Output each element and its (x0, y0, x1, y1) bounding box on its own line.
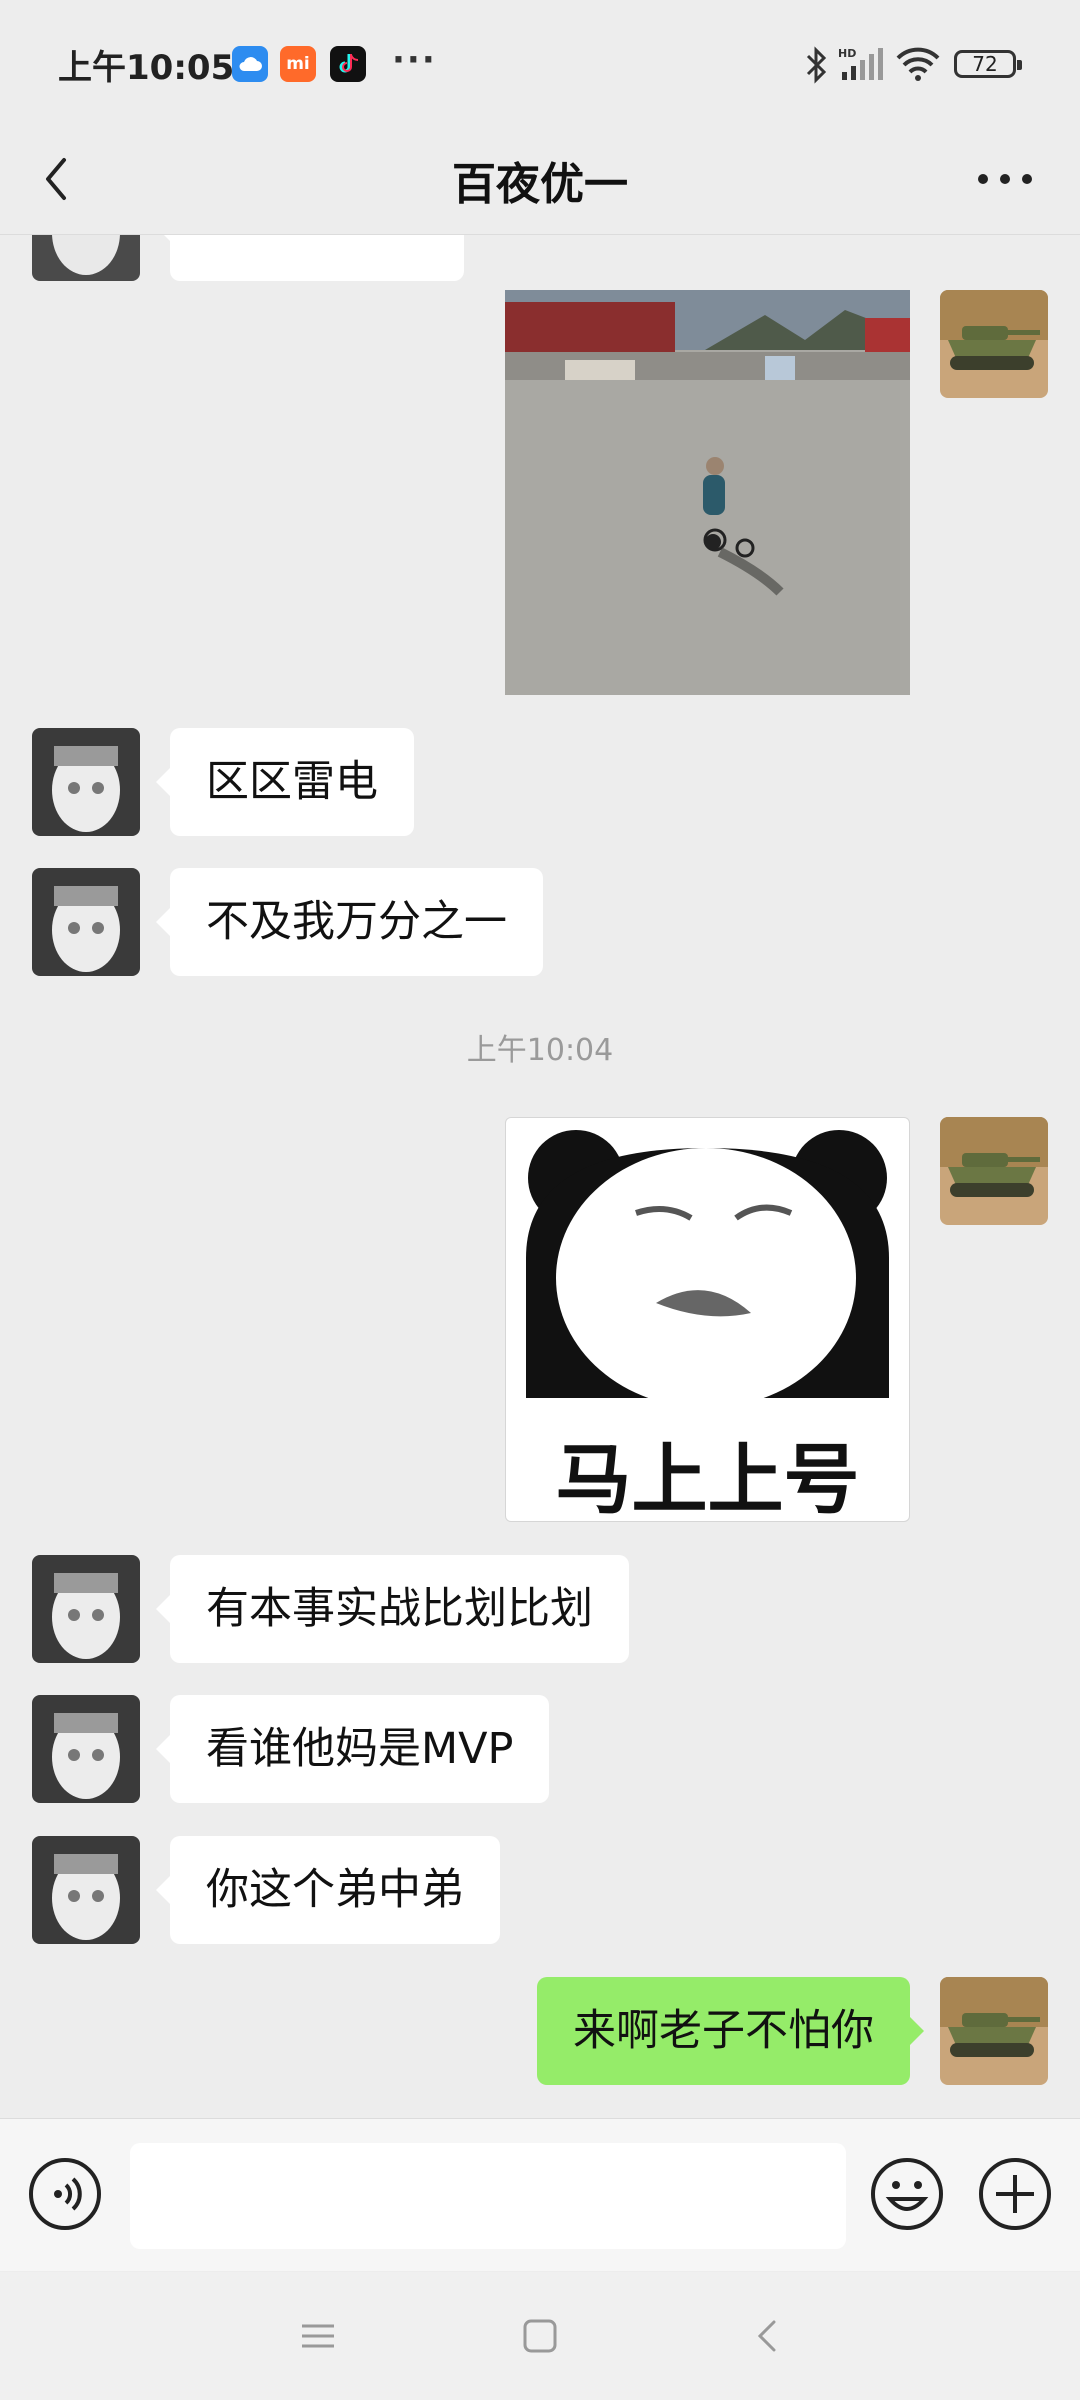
panda-sticker-icon (526, 1130, 889, 1408)
my-avatar[interactable] (940, 1977, 1048, 2085)
message-bubble[interactable]: 看谁他妈是MVP (155, 1695, 550, 1803)
tank-icon (940, 1117, 1048, 1225)
chat-title: 百夜优一 (452, 159, 628, 210)
message-input[interactable] (130, 2143, 846, 2249)
sticker-caption: 马上上号 (555, 1435, 860, 1522)
home-icon (523, 2319, 557, 2353)
mi-icon: mi (280, 46, 316, 82)
message-bubble[interactable]: 来啊老子不怕你 (537, 1977, 924, 2085)
status-more-icon: ··· (392, 40, 437, 80)
status-bar: 上午10:05 mi ··· HD 72 (0, 0, 1080, 130)
more-functions-button[interactable] (978, 2157, 1052, 2231)
contact-avatar[interactable] (32, 868, 140, 976)
wifi-icon (896, 46, 940, 86)
more-options-button[interactable] (970, 144, 1040, 214)
status-time: 上午10:05 (58, 48, 235, 88)
contact-avatar[interactable] (32, 728, 140, 836)
recent-apps-button[interactable] (294, 2312, 342, 2360)
tank-icon (940, 1977, 1048, 2085)
voice-button[interactable] (28, 2157, 102, 2231)
menu-icon (302, 2324, 334, 2348)
home-button[interactable] (516, 2312, 564, 2360)
nav-back-button[interactable] (744, 2312, 792, 2360)
message-bubble[interactable]: 你这个弟中弟 (156, 1836, 500, 1944)
message-bubble[interactable] (156, 235, 464, 281)
chat-messages[interactable]: 区区雷电 不及我万分之一 上午10:04 马上上号 有本事实战比划比划 看谁他妈… (0, 235, 1080, 2115)
cellular-signal-icon: HD (838, 46, 884, 86)
sent-photo[interactable] (505, 290, 910, 695)
input-bar (0, 2118, 1080, 2271)
more-icon (978, 174, 1032, 184)
system-nav-bar (0, 2272, 1080, 2400)
svg-text:HD: HD (838, 47, 856, 60)
contact-avatar[interactable] (32, 1695, 140, 1803)
my-avatar[interactable] (940, 1117, 1048, 1225)
my-avatar[interactable] (940, 290, 1048, 398)
cloud-icon (232, 46, 268, 82)
message-bubble[interactable]: 有本事实战比划比划 (156, 1555, 629, 1663)
sticker-message[interactable]: 马上上号 (505, 1117, 910, 1522)
contact-avatar[interactable] (32, 1555, 140, 1663)
message-bubble[interactable]: 区区雷电 (156, 728, 414, 836)
message-timestamp: 上午10:04 (466, 1033, 614, 1068)
plus-icon (979, 2158, 1051, 2230)
contact-avatar[interactable] (32, 235, 140, 281)
message-bubble[interactable]: 不及我万分之一 (156, 868, 543, 976)
tiktok-icon (330, 46, 366, 82)
battery-indicator: 72 (954, 50, 1022, 78)
tank-icon (940, 290, 1048, 398)
emoji-button[interactable] (870, 2157, 944, 2231)
bluetooth-icon (804, 46, 828, 88)
chat-header: 百夜优一 (0, 130, 1080, 235)
smiley-icon (871, 2158, 943, 2230)
voice-icon (29, 2158, 101, 2230)
contact-avatar[interactable] (32, 1836, 140, 1944)
back-arrow-icon (757, 2320, 776, 2352)
